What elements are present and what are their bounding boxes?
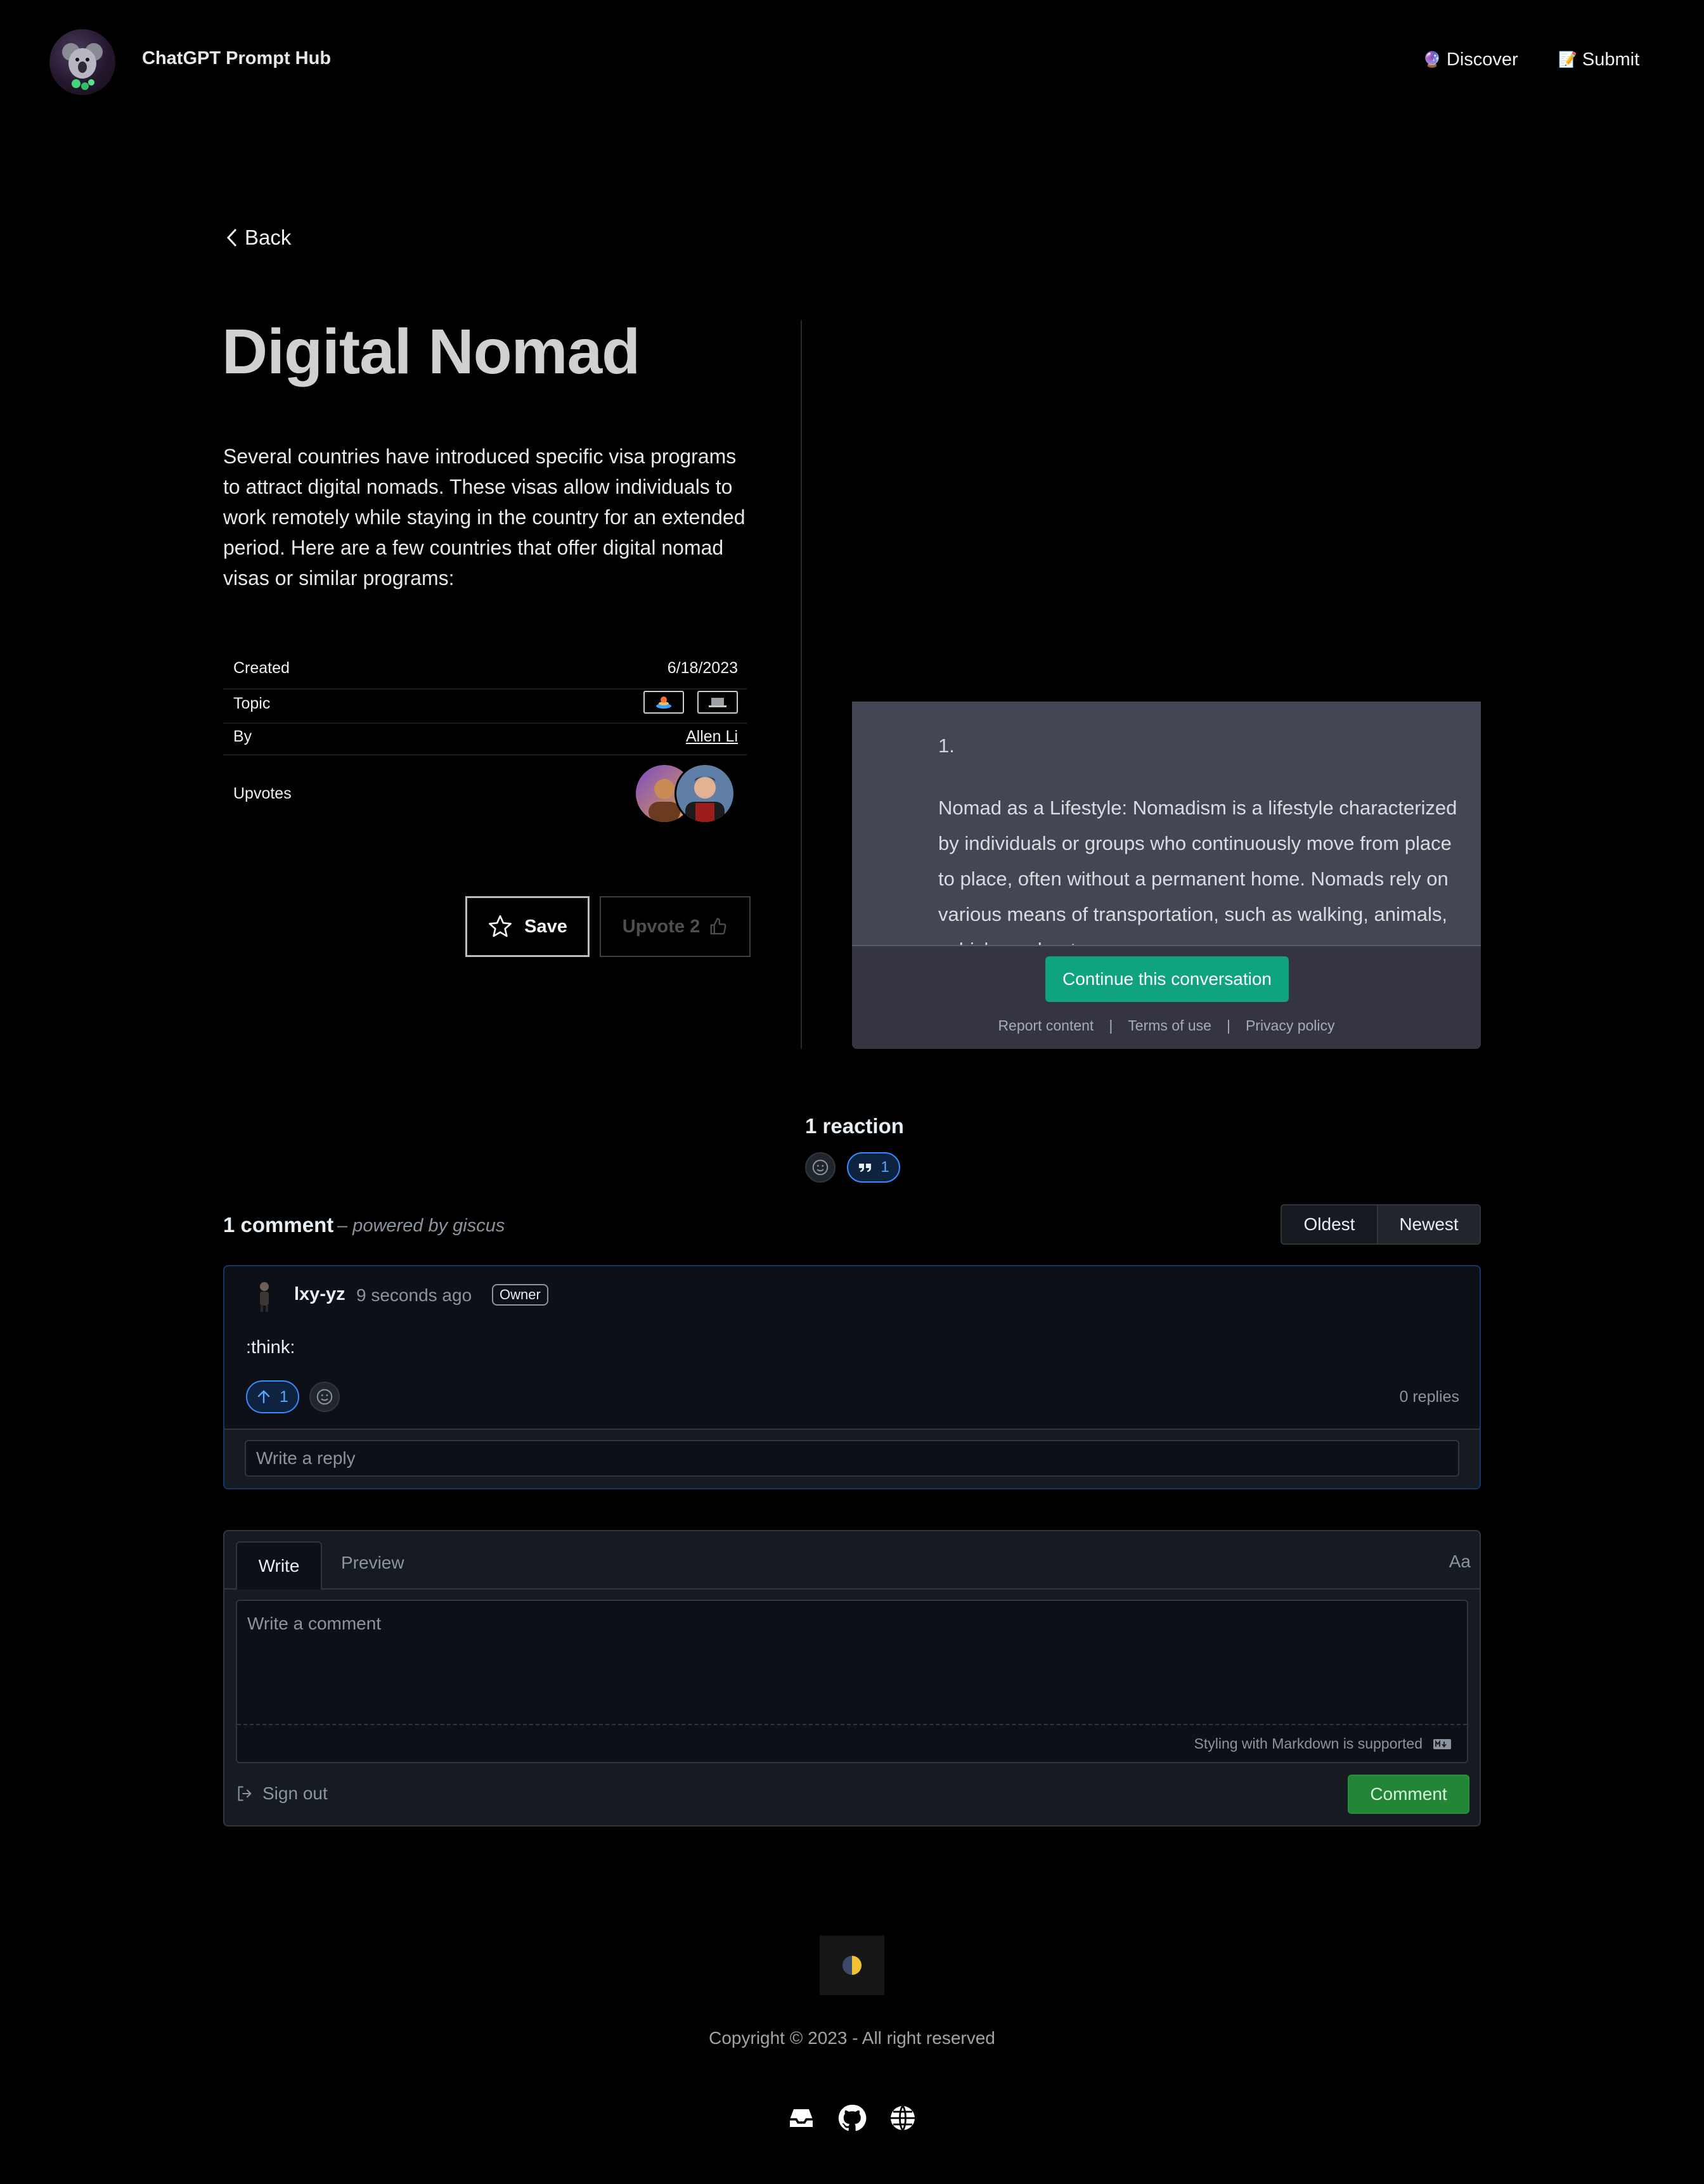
- island-icon: [656, 697, 672, 709]
- topic-label: Topic: [233, 695, 271, 712]
- chat-message-text: Nomad as a Lifestyle: Nomadism is a life…: [938, 797, 1457, 961]
- koala-logo-icon: [62, 43, 103, 90]
- page-title: Digital Nomad: [222, 316, 640, 387]
- arrow-up-icon: [257, 1390, 270, 1404]
- quote-reaction-button[interactable]: 1: [847, 1152, 900, 1183]
- by-label: By: [233, 728, 252, 745]
- reply-input[interactable]: Write a reply: [245, 1440, 1459, 1477]
- tabbar-divider: [224, 1588, 1480, 1590]
- tab-write[interactable]: Write: [236, 1541, 322, 1590]
- textarea-divider: [237, 1724, 1467, 1725]
- copyright: Copyright © 2023 - All right reserved: [709, 2028, 995, 2048]
- upvoter-avatars: [634, 763, 735, 824]
- chat-footer: Continue this conversation Report conten…: [852, 945, 1481, 1049]
- nav-discover-label: Discover: [1446, 49, 1518, 70]
- back-label: Back: [245, 226, 292, 249]
- column-divider: [801, 320, 802, 1049]
- created-value: 6/18/2023: [667, 659, 738, 677]
- site-title[interactable]: ChatGPT Prompt Hub: [142, 48, 331, 69]
- footer-icons: [786, 2103, 918, 2133]
- prompt-description: Several countries have introduced specif…: [223, 445, 746, 589]
- thumbs-up-icon: [710, 918, 726, 935]
- avatar-portrait-icon: [685, 776, 725, 822]
- nav-discover[interactable]: 🔮 Discover: [1423, 49, 1518, 70]
- memo-icon: 📝: [1558, 51, 1577, 68]
- reply-area: Write a reply: [224, 1429, 1480, 1488]
- font-toggle-button[interactable]: Aa: [1449, 1551, 1471, 1572]
- submit-comment-button[interactable]: Comment: [1348, 1775, 1469, 1814]
- nav-submit[interactable]: 📝 Submit: [1558, 49, 1639, 70]
- reaction-count: 1 reaction: [805, 1114, 904, 1138]
- nav-submit-label: Submit: [1582, 49, 1640, 70]
- topic-chips: [635, 691, 738, 714]
- sign-out-label: Sign out: [262, 1783, 328, 1803]
- chat-footer-links: Report content | Terms of use | Privacy poli…: [852, 1017, 1481, 1034]
- comment-author[interactable]: lxy-yz: [294, 1284, 345, 1305]
- owner-badge: Owner: [492, 1284, 548, 1306]
- sign-out-button[interactable]: Sign out: [236, 1783, 328, 1804]
- markdown-icon: [1433, 1738, 1451, 1749]
- smiley-icon: [812, 1159, 829, 1176]
- theme-toggle-button[interactable]: [820, 1936, 884, 1995]
- terms-of-use-link[interactable]: Terms of use: [1128, 1017, 1211, 1034]
- quote-icon: [859, 1164, 872, 1172]
- chat-list-number: 1.: [938, 735, 955, 757]
- report-content-link[interactable]: Report content: [998, 1017, 1094, 1034]
- upvote-label: Upvote 2: [622, 916, 700, 937]
- sign-out-icon: [238, 1786, 252, 1801]
- comment-placeholder: Write a comment: [247, 1614, 382, 1633]
- author-link[interactable]: Allen Li: [686, 728, 738, 746]
- topic-chip-island[interactable]: [643, 691, 685, 714]
- crystal-ball-icon: 🔮: [1423, 51, 1442, 68]
- half-moon-icon: [842, 1956, 862, 1975]
- chevron-left-icon: [226, 228, 237, 247]
- comment-composer: Write Preview Aa Write a comment Styling…: [223, 1530, 1481, 1827]
- quote-reaction-count: 1: [881, 1159, 889, 1176]
- link-separator: |: [1109, 1017, 1113, 1034]
- created-label: Created: [233, 659, 290, 677]
- avatar[interactable]: [248, 1278, 280, 1313]
- markdown-note[interactable]: Styling with Markdown is supported: [1194, 1735, 1452, 1752]
- sort-toggle: Oldest Newest: [1281, 1204, 1481, 1245]
- meta-row-topic: Topic: [223, 690, 747, 724]
- globe-icon[interactable]: [888, 2103, 918, 2133]
- reply-count: 0 replies: [1399, 1388, 1460, 1406]
- avatar[interactable]: [674, 763, 735, 824]
- upvote-button[interactable]: Upvote 2: [600, 896, 751, 957]
- github-icon[interactable]: [837, 2103, 867, 2133]
- comment-card: lxy-yz 9 seconds ago Owner :think: 1 0 r…: [223, 1265, 1481, 1489]
- user-avatar-icon: [260, 1282, 269, 1312]
- meta-row-upvotes: Upvotes: [223, 755, 747, 832]
- sort-oldest-button[interactable]: Oldest: [1282, 1205, 1378, 1243]
- meta-row-created: Created 6/18/2023: [223, 657, 747, 690]
- star-icon: [489, 915, 512, 937]
- comment-textarea[interactable]: Write a comment Styling with Markdown is…: [236, 1600, 1468, 1763]
- topic-chip-laptop[interactable]: [697, 691, 738, 714]
- privacy-policy-link[interactable]: Privacy policy: [1246, 1017, 1335, 1034]
- comment-add-reaction-button[interactable]: [309, 1382, 340, 1412]
- save-button[interactable]: Save: [465, 896, 590, 957]
- site-logo[interactable]: [49, 29, 115, 95]
- comments-count: 1 comment: [223, 1213, 334, 1237]
- upvotes-label: Upvotes: [233, 785, 292, 802]
- comment-upvote-count: 1: [280, 1387, 288, 1406]
- comment-upvote-button[interactable]: 1: [246, 1380, 299, 1413]
- tab-preview[interactable]: Preview: [341, 1553, 404, 1573]
- inbox-icon[interactable]: [786, 2103, 816, 2133]
- markdown-note-label: Styling with Markdown is supported: [1194, 1735, 1423, 1752]
- link-separator: |: [1226, 1017, 1230, 1034]
- add-reaction-button[interactable]: [805, 1152, 836, 1183]
- save-label: Save: [524, 916, 567, 937]
- powered-by-giscus[interactable]: – powered by giscus: [337, 1216, 505, 1237]
- continue-conversation-button[interactable]: Continue this conversation: [1045, 956, 1289, 1002]
- comment-time[interactable]: 9 seconds ago: [356, 1285, 472, 1306]
- sort-newest-button[interactable]: Newest: [1378, 1205, 1480, 1243]
- laptop-icon: [709, 698, 726, 707]
- back-link[interactable]: Back: [226, 226, 291, 250]
- chat-preview: 1. Nomad as a Lifestyle: Nomadism is a l…: [852, 702, 1481, 1049]
- smiley-icon: [316, 1389, 333, 1405]
- comment-body: :think:: [246, 1337, 295, 1358]
- meta-row-by: By Allen Li: [223, 724, 747, 755]
